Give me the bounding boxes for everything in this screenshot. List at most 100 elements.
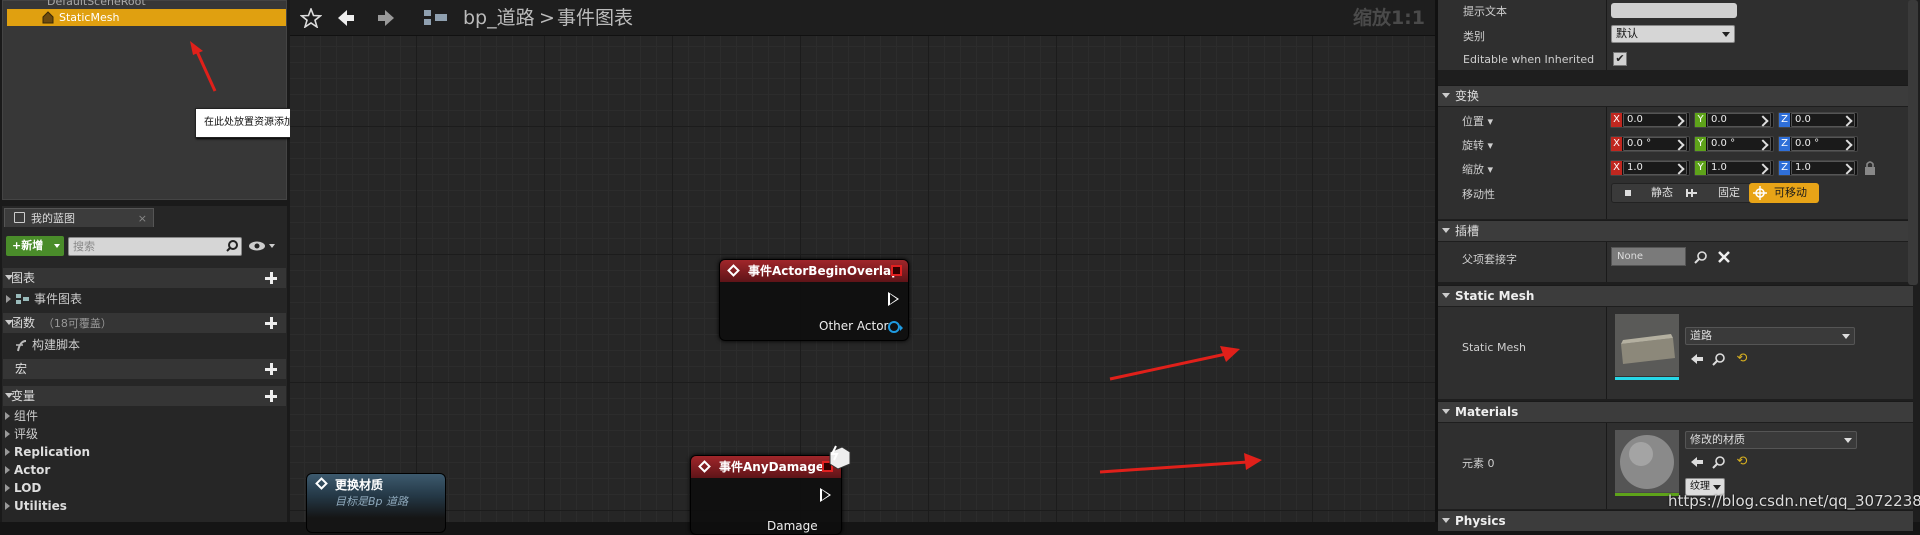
- clear-icon[interactable]: [1718, 251, 1730, 263]
- node-subtitle: 目标是Bp 道路: [335, 495, 409, 508]
- reset-icon[interactable]: ⟲: [1735, 455, 1749, 469]
- variable-category[interactable]: Actor: [5, 462, 50, 479]
- use-selected-arrow-icon[interactable]: [1690, 353, 1704, 365]
- expand-icon: [1442, 93, 1450, 98]
- add-icon[interactable]: [264, 316, 278, 330]
- variable-category-label: 组件: [14, 409, 39, 423]
- category-select[interactable]: 默认: [1611, 25, 1735, 43]
- tab-my-blueprint[interactable]: 我的蓝图 ×: [4, 208, 154, 227]
- variable-category[interactable]: LOD: [5, 480, 42, 497]
- variable-category[interactable]: Replication: [5, 444, 90, 461]
- node-title: 事件ActorBeginOverlap: [748, 264, 900, 278]
- node-change-material[interactable]: 更换材质 目标是Bp 道路: [306, 473, 446, 533]
- static-mesh-select[interactable]: 道路: [1685, 327, 1855, 345]
- rotation-label[interactable]: 旋转 ▾: [1462, 137, 1493, 153]
- function-item[interactable]: 构建脚本: [14, 337, 80, 354]
- mobility-static-option[interactable]: 静态: [1614, 185, 1680, 201]
- expand-icon: [5, 393, 13, 398]
- scale-y-field[interactable]: Y 1.0: [1694, 160, 1774, 176]
- parent-socket-field[interactable]: None: [1611, 247, 1686, 266]
- add-icon[interactable]: [264, 362, 278, 376]
- static-mesh-value: 道路: [1690, 329, 1712, 342]
- left-panel: DefaultSceneRoot StaticMesh 在此处放置资源添加组件。…: [0, 0, 348, 522]
- search-input[interactable]: 搜索: [68, 237, 242, 256]
- scale-x-value: 1.0: [1623, 161, 1687, 175]
- section-materials[interactable]: Materials: [1438, 401, 1913, 422]
- forward-arrow-icon[interactable]: [376, 8, 396, 28]
- browse-icon[interactable]: [1712, 352, 1726, 366]
- section-static-mesh[interactable]: Static Mesh: [1438, 285, 1913, 306]
- add-icon[interactable]: [264, 389, 278, 403]
- function-icon: [315, 477, 328, 490]
- breadcrumb-blueprint[interactable]: bp_道路: [463, 6, 535, 30]
- location-x-field[interactable]: X 0.0: [1610, 112, 1690, 128]
- location-x-value: 0.0: [1623, 113, 1687, 127]
- variable-category[interactable]: Utilities: [5, 498, 67, 515]
- material-select[interactable]: 修改的材质: [1685, 431, 1857, 449]
- browse-icon[interactable]: [1712, 455, 1726, 469]
- add-new-label: +新增: [12, 239, 44, 252]
- use-selected-arrow-icon[interactable]: [1690, 456, 1704, 468]
- reset-icon[interactable]: ⟲: [1735, 352, 1749, 366]
- back-arrow-icon[interactable]: [336, 8, 356, 28]
- star-icon[interactable]: [300, 8, 322, 28]
- section-variables[interactable]: 变量: [3, 386, 286, 406]
- exec-output-pin[interactable]: [820, 488, 831, 502]
- mobility-toggle-group: 静态 固定 可移动: [1611, 183, 1819, 203]
- section-graphs[interactable]: 图表: [3, 268, 286, 288]
- static-mesh-thumbnail[interactable]: [1615, 314, 1679, 380]
- add-icon[interactable]: [264, 271, 278, 285]
- material-thumbnail[interactable]: [1615, 430, 1679, 496]
- rotation-y-field[interactable]: Y 0.0 °: [1694, 136, 1774, 152]
- section-transform[interactable]: 变换: [1438, 85, 1913, 106]
- variable-category-label: LOD: [14, 481, 42, 495]
- location-label[interactable]: 位置 ▾: [1462, 113, 1493, 129]
- section-label: 插槽: [1455, 224, 1480, 238]
- details-scrollbar[interactable]: [1908, 0, 1918, 285]
- graph-item-label: 事件图表: [34, 292, 83, 306]
- expand-icon: [5, 412, 10, 420]
- chevron-down-icon: [1842, 334, 1850, 339]
- search-icon[interactable]: [1694, 250, 1708, 264]
- node-any-damage[interactable]: 事件AnyDamage Damage: [690, 445, 851, 535]
- rotation-x-value: 0.0 °: [1623, 137, 1687, 151]
- variable-category-label: Utilities: [14, 499, 67, 513]
- scale-z-field[interactable]: Z 1.0: [1778, 160, 1858, 176]
- expand-icon: [1442, 293, 1450, 298]
- graph-canvas[interactable]: bp_道路 > 事件图表 缩放1:1 事件ActorBeginOverlap O…: [290, 0, 1435, 535]
- object-output-pin[interactable]: [888, 321, 903, 333]
- search-icon[interactable]: [226, 240, 238, 252]
- section-physics[interactable]: Physics: [1438, 510, 1913, 531]
- close-icon[interactable]: ×: [138, 209, 147, 228]
- breadcrumb-graph[interactable]: 事件图表: [557, 6, 633, 30]
- node-actor-begin-overlap[interactable]: 事件ActorBeginOverlap Other Actor: [719, 259, 909, 341]
- section-label: Materials: [1455, 405, 1519, 419]
- delegate-pin[interactable]: [891, 265, 902, 276]
- component-label: DefaultSceneRoot: [47, 0, 146, 8]
- add-new-button[interactable]: +新增: [6, 236, 64, 256]
- lock-icon[interactable]: [1864, 160, 1876, 176]
- section-macros[interactable]: 宏: [3, 359, 286, 379]
- location-z-field[interactable]: Z 0.0: [1778, 112, 1858, 128]
- exec-output-pin[interactable]: [888, 292, 899, 306]
- mobility-stationary-option[interactable]: 固定: [1682, 185, 1748, 201]
- tooltip-input[interactable]: [1611, 3, 1737, 18]
- scale-x-field[interactable]: X 1.0: [1610, 160, 1690, 176]
- section-functions[interactable]: 函数 （18可覆盖）: [3, 313, 286, 333]
- expand-icon: [1442, 228, 1450, 233]
- section-sockets[interactable]: 插槽: [1438, 220, 1913, 241]
- component-row-static-mesh[interactable]: StaticMesh: [7, 9, 286, 26]
- location-y-field[interactable]: Y 0.0: [1694, 112, 1774, 128]
- zoom-level: 缩放1:1: [1352, 7, 1425, 29]
- scale-label[interactable]: 缩放 ▾: [1462, 161, 1493, 177]
- variable-category[interactable]: 评级: [5, 426, 38, 443]
- column-divider: [1606, 242, 1607, 282]
- section-label: 变量: [11, 389, 36, 403]
- variable-category[interactable]: 组件: [5, 408, 39, 425]
- graph-item[interactable]: 事件图表: [6, 291, 83, 308]
- eye-icon[interactable]: [248, 240, 276, 252]
- editable-checkbox[interactable]: ✔: [1613, 52, 1627, 66]
- mobility-movable-option[interactable]: 可移动: [1749, 183, 1819, 203]
- rotation-z-field[interactable]: Z 0.0 °: [1778, 136, 1858, 152]
- rotation-x-field[interactable]: X 0.0 °: [1610, 136, 1690, 152]
